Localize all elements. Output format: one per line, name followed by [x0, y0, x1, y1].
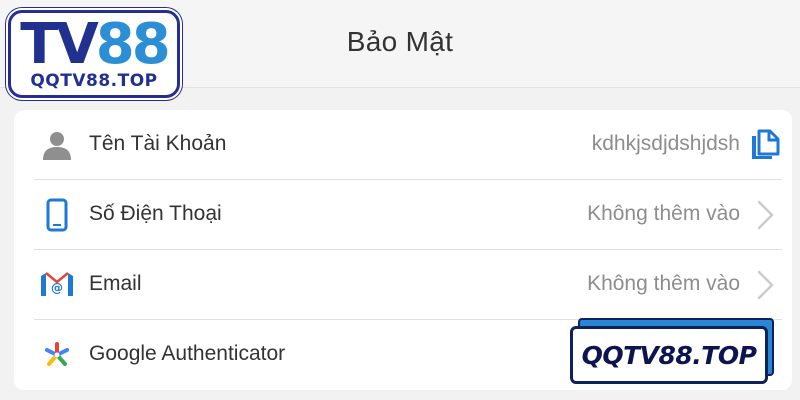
row-phone[interactable]: Số Điện Thoại Không thêm vào [34, 180, 782, 250]
row-value: Không thêm vào [587, 272, 740, 295]
logo-wordmark: TV88 [20, 12, 170, 77]
row-label: Tên Tài Khoản [89, 132, 227, 155]
row-label: Số Điện Thoại [89, 202, 222, 225]
google-authenticator-icon [40, 338, 74, 372]
phone-icon [40, 198, 74, 232]
brand-logo[interactable]: TV88 QQTV88.TOP [8, 10, 180, 98]
watermark-text: QQTV88.TOP [581, 340, 757, 370]
row-email[interactable]: @ Email Không thêm vào [34, 250, 782, 320]
watermark-badge: QQTV88.TOP [570, 318, 776, 384]
logo-domain: QQTV88.TOP [30, 71, 158, 91]
svg-text:@: @ [51, 281, 63, 295]
copy-icon[interactable] [748, 127, 782, 163]
chevron-right-icon[interactable] [748, 197, 782, 233]
chevron-right-icon[interactable] [748, 267, 782, 303]
row-value: kdhkjsdjdshjdsh [591, 132, 740, 155]
watermark-front-plate: QQTV88.TOP [570, 326, 768, 384]
row-label: Email [89, 272, 142, 295]
row-value: Không thêm vào [587, 202, 740, 225]
email-icon: @ [40, 268, 74, 302]
row-username[interactable]: Tên Tài Khoản kdhkjsdjdshjdsh [34, 110, 782, 180]
user-icon [40, 128, 74, 162]
row-label: Google Authenticator [89, 342, 286, 365]
